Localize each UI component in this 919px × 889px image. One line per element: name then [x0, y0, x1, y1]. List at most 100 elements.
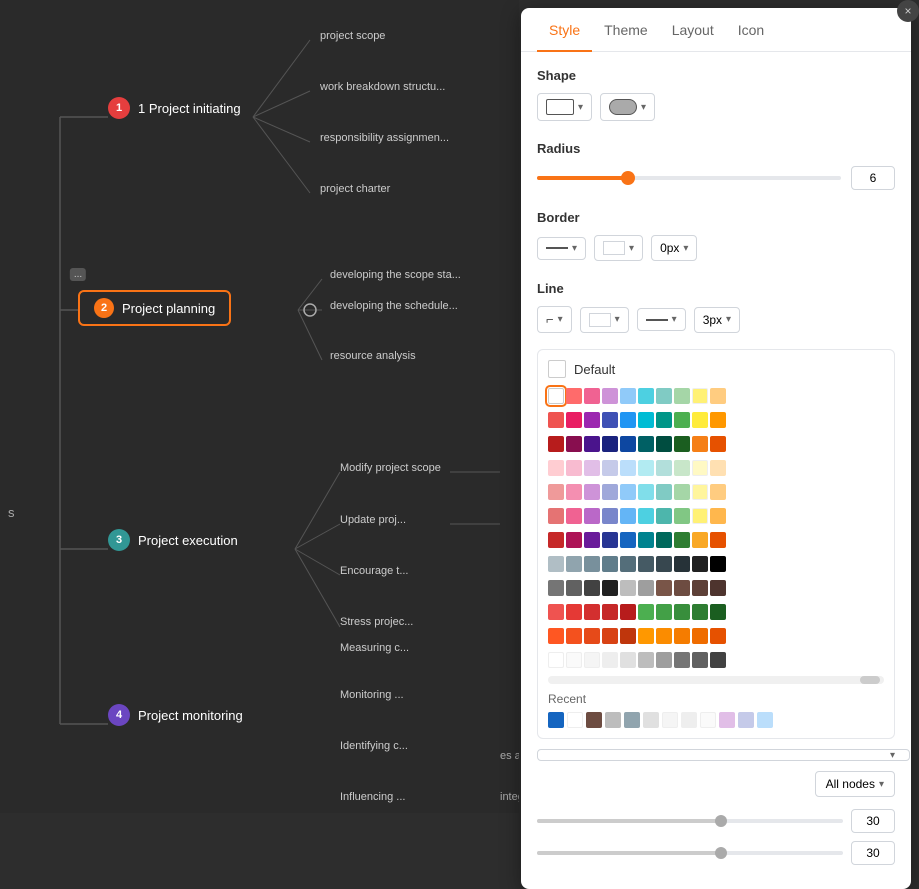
line-corner-select[interactable]: ⌐ ▾ — [537, 306, 572, 333]
color-cell[interactable] — [566, 412, 582, 428]
recent-color[interactable] — [700, 712, 716, 728]
slider-thumb[interactable] — [621, 171, 635, 185]
color-cell[interactable] — [656, 460, 672, 476]
color-cell[interactable] — [638, 436, 654, 452]
color-cell[interactable] — [602, 484, 618, 500]
color-cell[interactable] — [710, 484, 726, 500]
color-cell[interactable] — [584, 580, 600, 596]
color-cell[interactable] — [548, 604, 564, 620]
color-cell[interactable] — [548, 484, 564, 500]
color-cell[interactable] — [548, 628, 564, 644]
color-cell[interactable] — [620, 580, 636, 596]
recent-color[interactable] — [643, 712, 659, 728]
color-cell[interactable] — [548, 436, 564, 452]
color-cell[interactable] — [674, 628, 690, 644]
all-nodes-select[interactable]: All nodes ▾ — [815, 771, 895, 797]
color-cell[interactable] — [656, 628, 672, 644]
color-cell[interactable] — [602, 652, 618, 668]
color-cell[interactable] — [710, 628, 726, 644]
color-cell[interactable] — [638, 628, 654, 644]
color-cell[interactable] — [656, 412, 672, 428]
color-cell[interactable] — [638, 508, 654, 524]
recent-color[interactable] — [662, 712, 678, 728]
color-cell[interactable] — [692, 628, 708, 644]
color-cell[interactable] — [566, 532, 582, 548]
color-cell[interactable] — [566, 484, 582, 500]
color-cell[interactable] — [656, 436, 672, 452]
color-cell[interactable] — [620, 556, 636, 572]
color-cell[interactable] — [674, 484, 690, 500]
color-cell[interactable] — [548, 412, 564, 428]
color-cell[interactable] — [710, 580, 726, 596]
recent-color[interactable] — [681, 712, 697, 728]
color-cell[interactable] — [656, 388, 672, 404]
color-cell[interactable] — [584, 628, 600, 644]
border-style-select[interactable]: ▾ — [537, 237, 586, 260]
color-cell[interactable] — [638, 484, 654, 500]
color-cell[interactable] — [602, 556, 618, 572]
node-project-monitoring[interactable]: 4 Project monitoring — [108, 704, 243, 726]
color-cell[interactable] — [602, 628, 618, 644]
color-cell[interactable] — [674, 436, 690, 452]
panel-close-button[interactable]: × — [897, 0, 919, 22]
line-px-select[interactable]: 3px ▾ — [694, 307, 740, 333]
color-cell[interactable] — [692, 580, 708, 596]
color-cell[interactable] — [656, 556, 672, 572]
color-cell[interactable] — [602, 460, 618, 476]
color-cell[interactable] — [584, 556, 600, 572]
color-cell[interactable] — [620, 460, 636, 476]
color-cell[interactable] — [584, 460, 600, 476]
color-picker-scrollbar[interactable] — [548, 676, 884, 684]
color-cell[interactable] — [692, 532, 708, 548]
color-cell[interactable] — [584, 484, 600, 500]
color-cell[interactable] — [566, 388, 582, 404]
node-project-initiating[interactable]: 1 1 Project initiating — [108, 97, 241, 119]
color-cell[interactable] — [602, 508, 618, 524]
node-type-dropdown[interactable] — [537, 749, 910, 761]
color-cell[interactable] — [710, 508, 726, 524]
color-cell[interactable] — [602, 580, 618, 596]
color-cell[interactable] — [620, 412, 636, 428]
color-cell[interactable] — [620, 508, 636, 524]
color-cell[interactable] — [638, 388, 654, 404]
color-cell[interactable] — [620, 604, 636, 620]
recent-color[interactable] — [624, 712, 640, 728]
color-cell[interactable] — [710, 412, 726, 428]
node-project-execution[interactable]: 3 Project execution — [108, 529, 238, 551]
color-cell[interactable] — [638, 556, 654, 572]
line-style-select[interactable]: ▾ — [637, 308, 686, 331]
color-cell[interactable] — [602, 412, 618, 428]
color-cell[interactable] — [638, 604, 654, 620]
spacing-slider-1[interactable] — [537, 819, 843, 823]
color-cell[interactable] — [602, 604, 618, 620]
color-cell[interactable] — [566, 508, 582, 524]
color-cell[interactable] — [692, 436, 708, 452]
color-cell[interactable] — [656, 580, 672, 596]
color-cell[interactable] — [656, 652, 672, 668]
color-cell[interactable] — [566, 604, 582, 620]
color-cell[interactable] — [692, 556, 708, 572]
color-cell[interactable] — [602, 388, 618, 404]
color-cell[interactable] — [656, 484, 672, 500]
color-cell[interactable] — [584, 532, 600, 548]
color-cell[interactable] — [638, 460, 654, 476]
color-cell[interactable] — [674, 604, 690, 620]
color-cell[interactable] — [620, 628, 636, 644]
color-cell[interactable] — [584, 388, 600, 404]
color-cell[interactable] — [620, 436, 636, 452]
color-cell[interactable] — [584, 412, 600, 428]
color-cell[interactable] — [638, 580, 654, 596]
color-cell[interactable] — [620, 484, 636, 500]
color-cell[interactable] — [566, 460, 582, 476]
color-cell[interactable] — [638, 532, 654, 548]
color-cell[interactable] — [656, 532, 672, 548]
line-color-select[interactable]: ▾ — [580, 307, 629, 333]
color-cell[interactable] — [692, 484, 708, 500]
color-cell[interactable] — [656, 508, 672, 524]
radius-input[interactable]: 6 — [851, 166, 895, 190]
project-planning-selected-node[interactable]: 2 Project planning — [78, 290, 231, 326]
color-cell[interactable] — [710, 388, 726, 404]
shape-select-1[interactable]: ▾ — [537, 93, 592, 121]
color-cell[interactable] — [656, 604, 672, 620]
color-cell[interactable] — [674, 580, 690, 596]
